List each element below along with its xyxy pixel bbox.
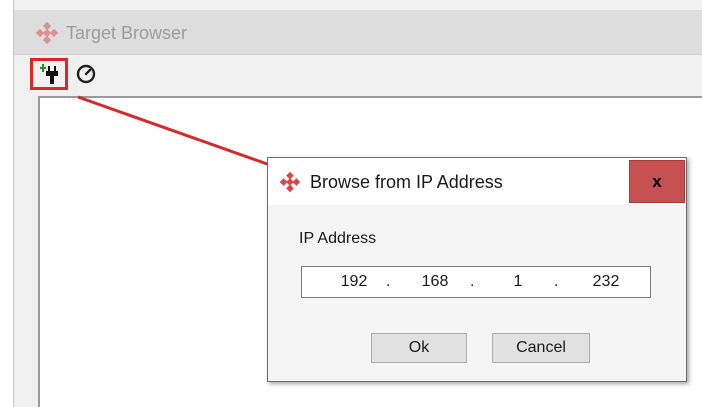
- ip-octet-1[interactable]: [330, 267, 378, 297]
- target-browser-toolbar: [14, 54, 702, 96]
- scan-button[interactable]: [74, 62, 98, 86]
- ip-address-field[interactable]: . . .: [301, 266, 651, 298]
- dialog-title: Browse from IP Address: [310, 172, 503, 192]
- ip-octet-3[interactable]: [494, 267, 542, 297]
- ok-button[interactable]: Ok: [371, 333, 467, 363]
- close-button[interactable]: x: [629, 160, 685, 203]
- add-plug-icon: [40, 64, 58, 84]
- dialog-titlebar[interactable]: Browse from IP Address x: [268, 158, 686, 205]
- browse-ip-dialog: Browse from IP Address x IP Address . . …: [267, 157, 687, 382]
- ip-address-label: IP Address: [299, 230, 377, 247]
- target-browser-titlebar[interactable]: Target Browser: [14, 10, 702, 55]
- ip-octet-4[interactable]: [582, 267, 630, 297]
- ip-separator: .: [470, 273, 475, 290]
- browse-ip-button[interactable]: [30, 58, 68, 90]
- ip-separator: .: [554, 273, 559, 290]
- ip-octet-2[interactable]: [411, 267, 459, 297]
- refresh-clock-icon: [76, 64, 96, 84]
- app-logo-icon: [36, 22, 58, 44]
- ip-separator: .: [386, 273, 391, 290]
- app-logo-icon: [280, 172, 300, 192]
- close-icon: x: [652, 171, 662, 191]
- target-browser-title: Target Browser: [66, 23, 188, 43]
- cancel-button[interactable]: Cancel: [492, 333, 590, 363]
